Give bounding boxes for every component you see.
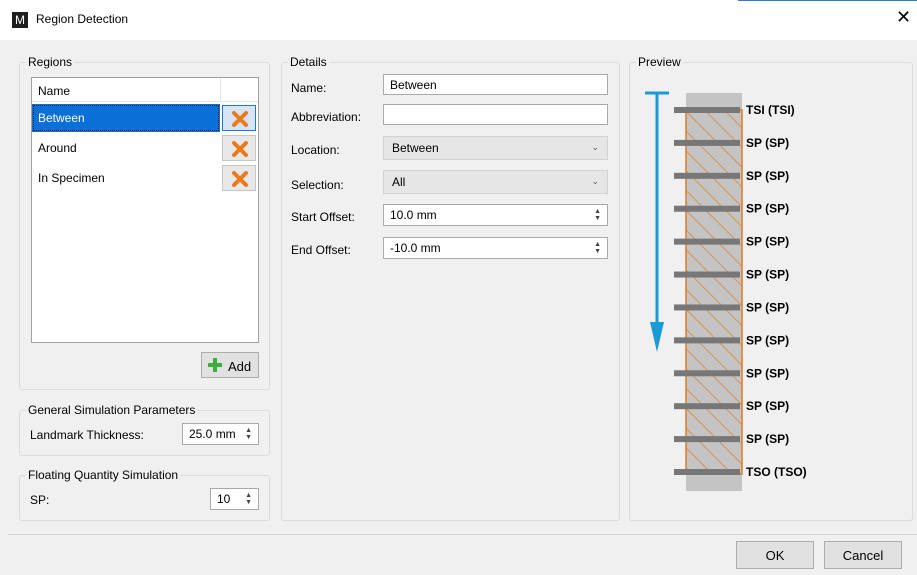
floating-sim-title: Floating Quantity Simulation bbox=[26, 468, 181, 482]
landmark-label: TSI (TSI) bbox=[746, 103, 795, 117]
name-field[interactable]: Between bbox=[383, 74, 608, 95]
sp-label: SP: bbox=[30, 493, 50, 507]
sp-value: 10 bbox=[217, 492, 231, 506]
spin-arrows-icon[interactable]: ▲ ▼ bbox=[594, 208, 601, 222]
landmark-label: SP (SP) bbox=[746, 268, 789, 282]
start-offset-value: 10.0 mm bbox=[390, 208, 437, 222]
start-offset-label: Start Offset: bbox=[291, 210, 355, 224]
end-offset-spinbox[interactable]: -10.0 mm ▲ ▼ bbox=[383, 237, 608, 259]
landmark-label: SP (SP) bbox=[746, 432, 789, 446]
landmark-tick bbox=[674, 403, 740, 410]
end-offset-label: End Offset: bbox=[291, 243, 351, 257]
delete-region-button[interactable] bbox=[222, 105, 256, 131]
region-row[interactable]: Around bbox=[32, 133, 258, 163]
region-row[interactable]: Between bbox=[32, 103, 258, 133]
preview-diagram: TSI (TSI) SP (SP) SP (SP) SP (SP) SP (SP) SP … bbox=[645, 91, 807, 491]
close-icon[interactable]: ✕ bbox=[896, 8, 911, 26]
footer-divider bbox=[8, 534, 917, 535]
landmark-tick bbox=[674, 172, 740, 179]
landmark-tick bbox=[674, 436, 740, 443]
landmark-label: SP (SP) bbox=[746, 399, 789, 413]
direction-arrow-head bbox=[650, 322, 664, 352]
region-name[interactable]: In Specimen bbox=[32, 164, 220, 192]
sp-spinbox[interactable]: 10 ▲ ▼ bbox=[210, 488, 259, 510]
landmark-label: SP (SP) bbox=[746, 202, 789, 216]
landmark-label: SP (SP) bbox=[746, 366, 789, 380]
green-plus-icon bbox=[208, 358, 222, 372]
spin-arrows-icon[interactable]: ▲ ▼ bbox=[245, 427, 252, 441]
ok-button-label: OK bbox=[765, 548, 785, 563]
chevron-down-icon: ⌄ bbox=[591, 176, 599, 186]
delete-region-button[interactable] bbox=[222, 165, 256, 191]
name-column-header[interactable]: Name bbox=[38, 84, 70, 98]
landmark-label: TSO (TSO) bbox=[746, 465, 807, 479]
landmark-label: SP (SP) bbox=[746, 169, 789, 183]
column-separator bbox=[220, 78, 221, 102]
landmark-label: SP (SP) bbox=[746, 136, 789, 150]
regions-group-title: Regions bbox=[26, 55, 75, 69]
landmark-thickness-spinbox[interactable]: 25.0 mm ▲ ▼ bbox=[182, 423, 259, 445]
region-row[interactable]: In Specimen bbox=[32, 163, 258, 193]
landmark-tick bbox=[674, 238, 740, 245]
region-name[interactable]: Between bbox=[32, 104, 220, 132]
landmark-thickness-label: Landmark Thickness: bbox=[30, 428, 144, 442]
orange-x-icon bbox=[232, 111, 248, 127]
cancel-button[interactable]: Cancel bbox=[824, 541, 902, 569]
end-offset-value: -10.0 mm bbox=[390, 241, 441, 255]
list-header: Name bbox=[32, 78, 258, 102]
landmark-label: SP (SP) bbox=[746, 235, 789, 249]
landmark-tick bbox=[674, 205, 740, 212]
landmark-tick bbox=[674, 271, 740, 278]
location-dropdown[interactable]: Between ⌄ bbox=[383, 136, 608, 160]
landmark-label: SP (SP) bbox=[746, 300, 789, 314]
spin-arrows-icon[interactable]: ▲ ▼ bbox=[245, 492, 252, 506]
landmark-label: SP (SP) bbox=[746, 333, 789, 347]
selection-dropdown[interactable]: All ⌄ bbox=[383, 170, 608, 194]
ok-button[interactable]: OK bbox=[736, 541, 814, 569]
start-offset-spinbox[interactable]: 10.0 mm ▲ ▼ bbox=[383, 204, 608, 226]
orange-x-icon bbox=[232, 141, 248, 157]
spin-arrows-icon[interactable]: ▲ ▼ bbox=[594, 241, 601, 255]
cancel-button-label: Cancel bbox=[842, 548, 884, 563]
name-label: Name: bbox=[291, 81, 327, 95]
landmark-tick bbox=[674, 337, 740, 344]
abbreviation-label: Abbreviation: bbox=[291, 110, 362, 124]
regions-list[interactable]: Name Between Around In Specimen bbox=[31, 77, 259, 343]
title-bar: M Region Detection ✕ bbox=[0, 0, 917, 40]
selection-value: All bbox=[392, 175, 406, 189]
landmark-tick bbox=[674, 139, 740, 146]
window-title: Region Detection bbox=[36, 12, 129, 26]
selection-label: Selection: bbox=[291, 178, 344, 192]
landmark-thickness-value: 25.0 mm bbox=[189, 427, 236, 441]
landmark-tick bbox=[674, 370, 740, 377]
details-group: Details bbox=[281, 55, 620, 521]
chevron-down-icon: ⌄ bbox=[591, 142, 599, 152]
landmark-tick bbox=[674, 469, 740, 475]
landmark-tick bbox=[674, 107, 740, 113]
delete-region-button[interactable] bbox=[222, 135, 256, 161]
region-name[interactable]: Around bbox=[32, 134, 220, 162]
name-field-value: Between bbox=[390, 78, 437, 92]
abbreviation-field[interactable] bbox=[383, 104, 608, 125]
location-label: Location: bbox=[291, 143, 340, 157]
general-sim-title: General Simulation Parameters bbox=[26, 403, 198, 417]
add-button-label: Add bbox=[228, 359, 252, 374]
landmark-tick bbox=[674, 304, 740, 311]
title-accent-line bbox=[738, 0, 917, 1]
add-region-button[interactable]: Add bbox=[201, 352, 259, 378]
app-logo-icon: M bbox=[12, 12, 28, 28]
location-value: Between bbox=[392, 141, 439, 155]
orange-x-icon bbox=[232, 171, 248, 187]
region-area bbox=[685, 109, 743, 475]
details-group-title: Details bbox=[288, 55, 329, 69]
